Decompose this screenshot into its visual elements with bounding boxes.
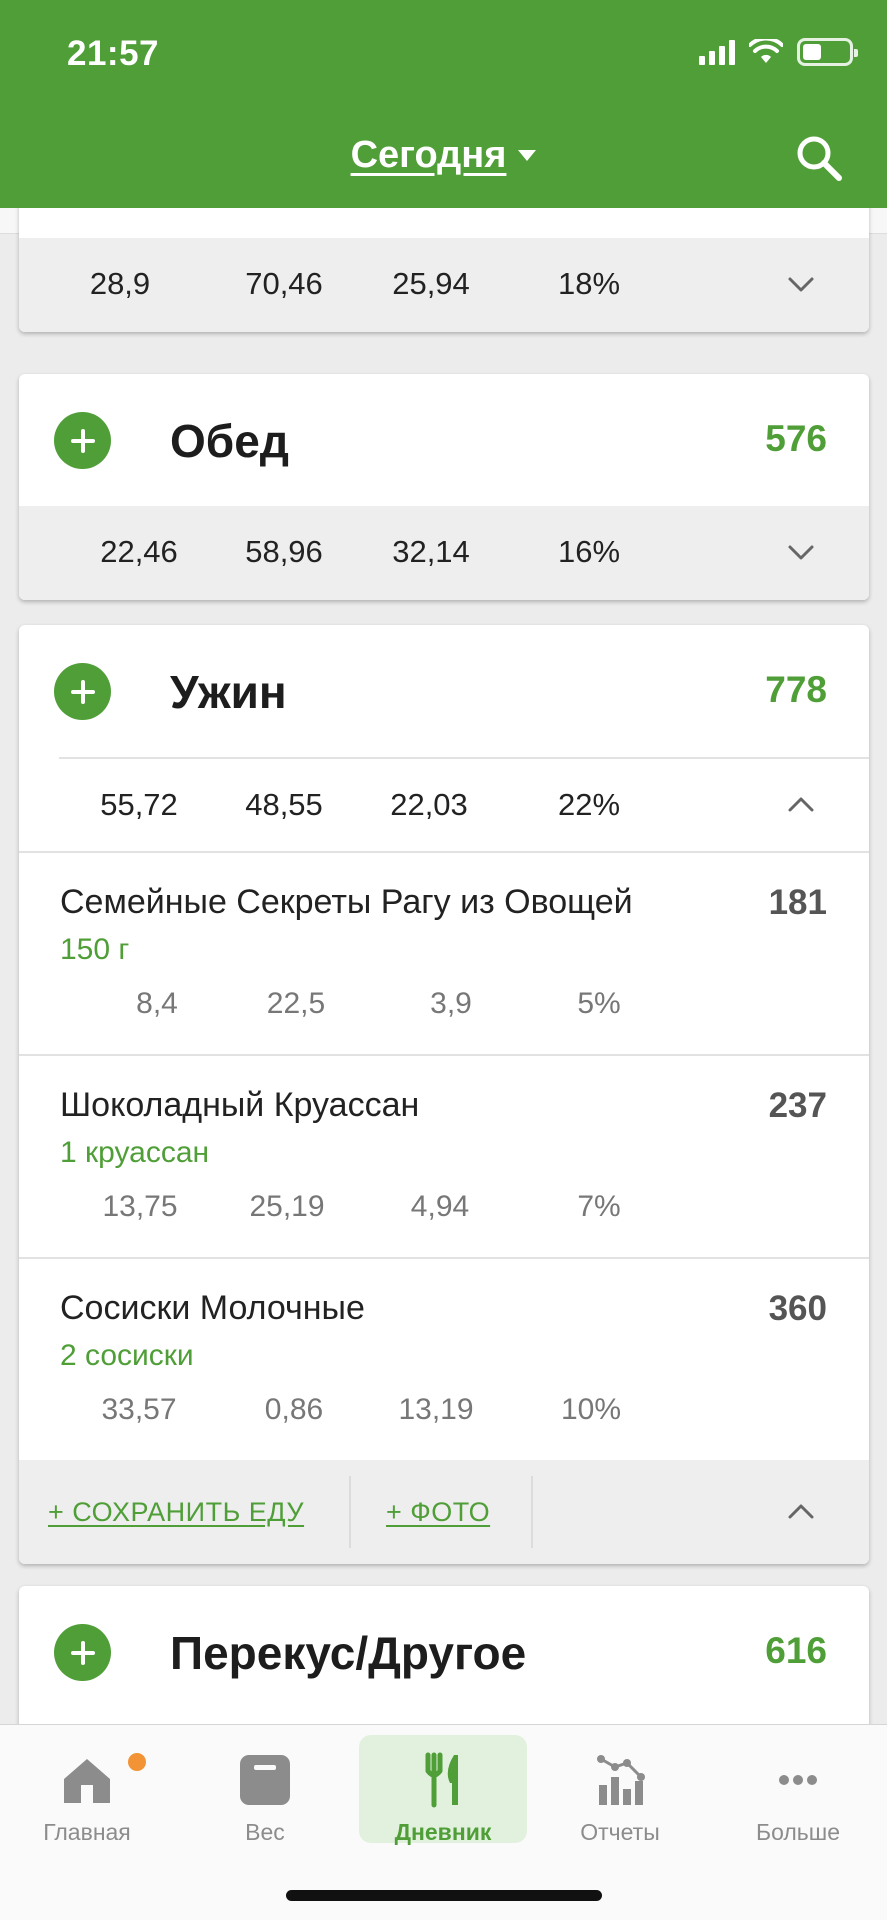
diary-content[interactable]: 28,9 70,46 25,94 18% Обед 576 22,46 58,9…: [0, 208, 887, 1724]
macro-percent: 16%: [557, 534, 621, 569]
food-calories: 237: [768, 1086, 827, 1125]
food-item[interactable]: Сосиски Молочные 2 сосиски 360 33,57 0,8…: [19, 1257, 869, 1460]
macro-fat: 22,03: [390, 787, 468, 822]
divider: [531, 1476, 533, 1548]
home-icon: [64, 1759, 110, 1803]
battery-icon: [797, 38, 858, 66]
app-header: 21:57 Сегодня: [0, 0, 887, 208]
tab-label: Главная: [43, 1819, 131, 1845]
food-carbs: 0,86: [264, 1393, 324, 1426]
meal-title: Перекус/Другое: [170, 1627, 527, 1679]
meal-macros-row: 22,46 58,96 32,14 16%: [19, 506, 869, 600]
tab-label: Отчеты: [580, 1819, 660, 1845]
food-percent: 5%: [577, 987, 621, 1020]
macro-carbs: 48,55: [245, 787, 323, 822]
macro-fat: 25,94: [392, 266, 470, 301]
meal-actions-bar: + СОХРАНИТЬ ЕДУ + ФОТО: [19, 1460, 869, 1564]
meal-header[interactable]: Перекус/Другое 616: [19, 1586, 869, 1718]
notification-dot: [128, 1753, 146, 1771]
food-carbs: 25,19: [249, 1190, 325, 1223]
food-percent: 7%: [577, 1190, 621, 1223]
meal-header[interactable]: Ужин 778: [19, 625, 869, 757]
meal-title: Обед: [170, 415, 289, 467]
tab-more[interactable]: Больше: [714, 1735, 882, 1845]
macro-protein: 28,9: [89, 266, 151, 301]
food-calories: 360: [768, 1289, 827, 1328]
fork-knife-icon: [425, 1752, 458, 1808]
scale-icon: [240, 1755, 290, 1805]
food-protein: 8,4: [136, 987, 178, 1020]
food-carbs: 22,5: [266, 987, 326, 1020]
add-photo-link[interactable]: + ФОТО: [386, 1497, 490, 1528]
macro-carbs: 58,96: [245, 534, 323, 569]
meal-macros-row: 55,72 48,55 22,03 22%: [59, 757, 869, 851]
meal-card-lunch: Обед 576 22,46 58,96 32,14 16%: [19, 374, 869, 600]
macro-percent: 18%: [557, 266, 621, 301]
status-time: 21:57: [67, 34, 160, 73]
meal-title: Ужин: [170, 666, 287, 718]
food-name: Семейные Секреты Рагу из Овощей: [60, 883, 633, 921]
chart-icon: [597, 1755, 645, 1805]
food-fat: 4,94: [410, 1190, 470, 1223]
food-fat: 13,19: [398, 1393, 474, 1426]
macro-protein: 55,72: [100, 787, 178, 822]
date-title: Сегодня: [350, 134, 507, 176]
food-item[interactable]: Семейные Секреты Рагу из Овощей 150 г 18…: [19, 851, 869, 1054]
food-name: Сосиски Молочные: [60, 1289, 365, 1327]
macro-percent: 22%: [557, 787, 621, 822]
meal-header[interactable]: Обед 576: [19, 374, 869, 506]
tab-home[interactable]: Главная: [3, 1735, 171, 1845]
food-percent: 10%: [560, 1393, 622, 1426]
chevron-up-icon[interactable]: [787, 1498, 815, 1526]
meal-calories: 576: [765, 418, 827, 459]
tab-label: Дневник: [394, 1819, 492, 1845]
more-icon: [779, 1775, 817, 1785]
meal-card-snack: Перекус/Другое 616: [19, 1586, 869, 1724]
date-selector[interactable]: Сегодня: [0, 134, 887, 177]
meal-calories: 778: [765, 669, 827, 710]
macro-carbs: 70,46: [245, 266, 323, 301]
macro-protein: 22,46: [100, 534, 178, 569]
tab-reports[interactable]: Отчеты: [536, 1735, 704, 1845]
food-serving: 1 круассан: [60, 1136, 210, 1169]
meal-card-previous: 28,9 70,46 25,94 18%: [19, 208, 869, 332]
caret-down-icon: [518, 150, 537, 161]
food-serving: 2 сосиски: [60, 1339, 194, 1372]
food-item[interactable]: Шоколадный Круассан 1 круассан 237 13,75…: [19, 1054, 869, 1257]
tab-weight[interactable]: Вес: [181, 1735, 349, 1845]
tab-diary[interactable]: Дневник: [359, 1735, 527, 1845]
food-serving: 150 г: [60, 933, 130, 966]
food-calories: 181: [768, 883, 827, 922]
add-food-button[interactable]: [54, 412, 111, 469]
search-icon[interactable]: [795, 134, 843, 182]
status-icons: [699, 38, 858, 66]
tab-label: Больше: [755, 1819, 841, 1845]
meal-calories: 616: [765, 1630, 827, 1671]
food-protein: 33,57: [101, 1393, 177, 1426]
food-protein: 13,75: [102, 1190, 178, 1223]
add-food-button[interactable]: [54, 663, 111, 720]
food-name: Шоколадный Круассан: [60, 1086, 420, 1124]
cellular-signal-icon: [699, 39, 735, 65]
meal-card-dinner: Ужин 778 55,72 48,55 22,03 22% Семейные …: [19, 625, 869, 1564]
divider: [349, 1476, 351, 1548]
chevron-down-icon[interactable]: [787, 270, 815, 298]
tab-label: Вес: [245, 1819, 285, 1845]
food-fat: 3,9: [430, 987, 472, 1020]
macro-fat: 32,14: [392, 534, 470, 569]
save-food-link[interactable]: + СОХРАНИТЬ ЕДУ: [48, 1497, 304, 1528]
chevron-down-icon[interactable]: [787, 538, 815, 566]
chevron-up-icon[interactable]: [787, 791, 815, 819]
meal-macros-row: 28,9 70,46 25,94 18%: [19, 238, 869, 332]
add-food-button[interactable]: [54, 1624, 111, 1681]
home-indicator: [286, 1890, 602, 1901]
wifi-icon: [749, 39, 783, 63]
